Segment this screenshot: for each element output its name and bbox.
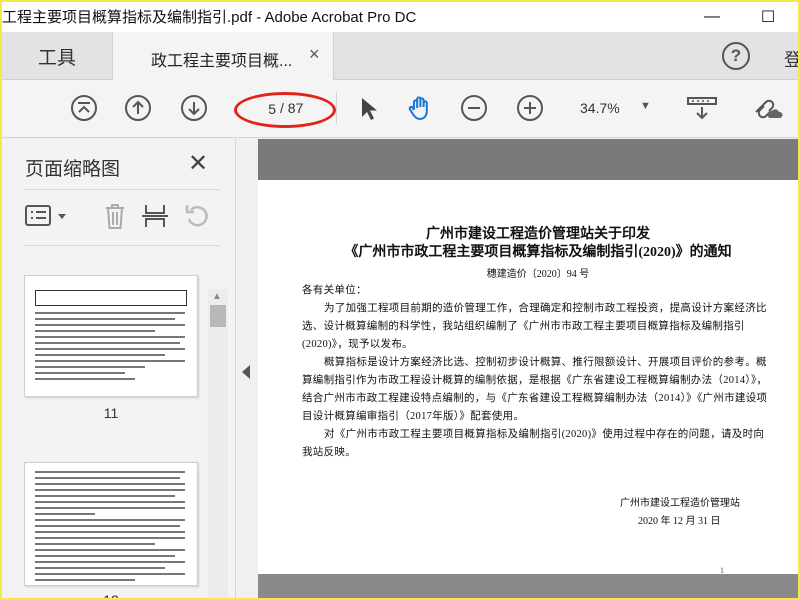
extract-page-button[interactable] — [140, 201, 170, 231]
salutation: 各有关单位： — [302, 285, 367, 296]
annotation-oval — [234, 92, 336, 128]
scrollbar-thumb[interactable] — [210, 305, 226, 327]
hand-icon — [408, 96, 428, 120]
maximize-icon: ☐ — [760, 9, 776, 26]
delete-page-button[interactable] — [100, 201, 130, 231]
signin-link[interactable]: 登 — [784, 46, 798, 72]
close-icon[interactable]: ✕ — [188, 149, 208, 178]
scroll-mode-button[interactable] — [686, 94, 718, 122]
tab-document-label: 政工程主要项目概... — [151, 53, 293, 70]
thumbnail-list: 11 12 — [2, 259, 226, 598]
signature: 广州市建设工程造价管理站 — [620, 498, 740, 509]
panel-divider — [24, 245, 220, 246]
hand-tool-button[interactable] — [406, 94, 434, 122]
date: 2020 年 12 月 31 日 — [638, 516, 721, 527]
page-thumbnail[interactable] — [24, 462, 198, 586]
paragraph-2: 概算指标是设计方案经济比选、控制初步设计概算、推行限额设计、开展项目评价的参考。… — [302, 357, 768, 422]
page-thumbnail[interactable] — [24, 275, 198, 397]
minimize-button[interactable]: — — [690, 2, 734, 32]
thumbnail-table — [35, 290, 187, 306]
document-view[interactable]: 广州市建设工程造价管理站关于印发 《广州市市政工程主要项目概算指标及编制指引(2… — [258, 139, 798, 598]
tab-close-icon[interactable]: × — [309, 44, 320, 65]
document-heading-line2: 《广州市市政工程主要项目概算指标及编制指引(2020)》的通知 — [344, 245, 732, 260]
previous-page-button[interactable] — [124, 94, 152, 122]
tab-tools[interactable]: 工具 — [2, 32, 112, 80]
scroll-up-icon[interactable]: ▲ — [212, 291, 222, 302]
panel-divider — [24, 189, 220, 190]
list-options-icon — [25, 205, 66, 226]
plus-circle-icon — [517, 95, 543, 121]
tab-document[interactable]: 政工程主要项目概... × — [112, 32, 334, 80]
select-tool-button[interactable] — [354, 94, 382, 122]
first-page-button[interactable] — [70, 94, 98, 122]
rotate-page-button[interactable] — [182, 201, 212, 231]
document-heading-line1: 广州市建设工程造价管理站关于印发 — [426, 227, 650, 242]
panel-title: 页面缩略图 — [25, 159, 121, 180]
thumbnails-panel: 页面缩略图 ✕ 11 ▲ — [2, 139, 236, 598]
tab-bar: 工具 政工程主要项目概... × ? 登 — [2, 32, 798, 80]
next-page-button[interactable] — [180, 94, 208, 122]
share-link-button[interactable] — [750, 94, 784, 122]
title-bar: 工程主要项目概算指标及编制指引.pdf - Adobe Acrobat Pro … — [2, 2, 798, 32]
zoom-value: 34.7% — [580, 100, 620, 116]
thumbnail-page-number: 11 — [103, 405, 119, 421]
thumbnail-page-number: 12 — [2, 592, 220, 598]
main-toolbar: / 87 34.7% ▼ — [2, 80, 798, 138]
page-gap — [258, 574, 798, 598]
arrow-down-icon — [181, 95, 207, 121]
split-page-icon — [142, 205, 168, 227]
arrow-up-icon — [125, 95, 151, 121]
rotate-icon — [185, 205, 208, 227]
zoom-dropdown[interactable]: 34.7% ▼ — [570, 96, 662, 122]
first-page-icon — [71, 95, 97, 121]
document-number: 穗建造价〔2020〕94 号 — [486, 269, 590, 280]
pdf-page: 广州市建设工程造价管理站关于印发 《广州市市政工程主要项目概算指标及编制指引(2… — [258, 180, 798, 575]
paragraph-3: 对《广州市市政工程主要项目概算指标及编制指引(2020)》使用过程中存在的问题，… — [302, 429, 765, 458]
zoom-out-button[interactable] — [460, 94, 488, 122]
maximize-button[interactable]: ☐ — [746, 2, 790, 32]
minus-circle-icon — [461, 95, 487, 121]
cursor-arrow-icon — [362, 98, 377, 120]
help-icon[interactable]: ? — [722, 42, 750, 70]
link-cloud-icon — [755, 99, 783, 119]
minimize-icon: — — [704, 8, 720, 25]
zoom-in-button[interactable] — [516, 94, 544, 122]
options-menu-button[interactable] — [24, 201, 70, 231]
window-title: 工程主要项目概算指标及编制指引.pdf - Adobe Acrobat Pro … — [2, 9, 417, 26]
scroll-mode-icon — [687, 97, 717, 120]
panel-toolbar — [24, 201, 220, 233]
acrobat-window: 工程主要项目概算指标及编制指引.pdf - Adobe Acrobat Pro … — [2, 2, 798, 598]
chevron-down-icon: ▼ — [640, 100, 651, 112]
paragraph-1: 为了加强工程项目前期的造价管理工作，合理确定和控制市政工程投资，提高设计方案经济… — [302, 303, 767, 350]
toolbar-divider — [336, 92, 337, 124]
collapse-arrow-icon — [242, 365, 250, 379]
thumbnail-scrollbar[interactable]: ▲ — [208, 289, 228, 598]
panel-collapse-handle[interactable] — [237, 139, 257, 598]
trash-icon — [106, 204, 124, 229]
